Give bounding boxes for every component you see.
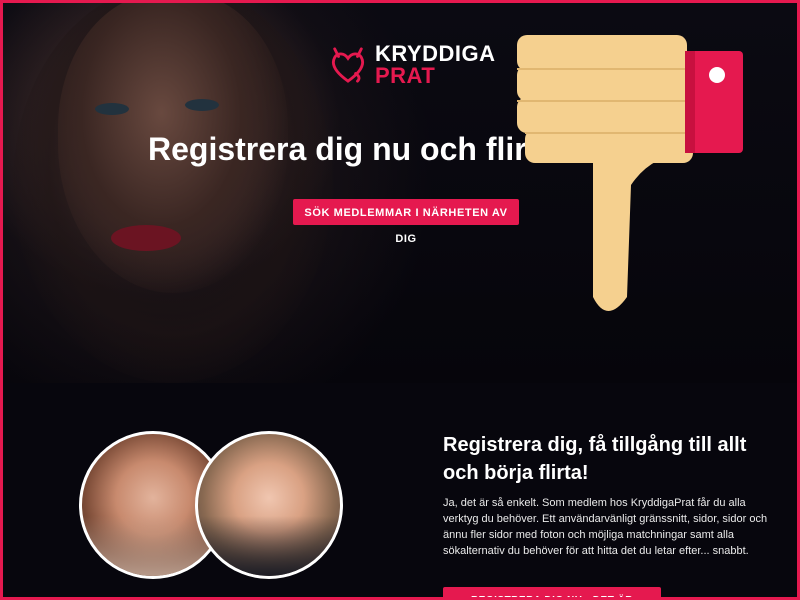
hero-headline: Registrera dig nu och flirta [148,131,556,167]
section-body: Ja, det är så enkelt. Som medlem hos Kry… [443,497,768,557]
avatar [195,431,343,579]
devil-heart-icon [331,47,365,83]
section-title: Registrera dig, få tillgång till allt oc… [443,434,747,484]
thumbs-down-icon [517,35,743,311]
logo-text: KRYDDIGA PRAT [375,43,496,87]
search-members-button[interactable]: SÖK MEDLEMMAR I NÄRHETEN AV DIG [293,199,519,245]
logo-line-1: KRYDDIGA [375,41,496,66]
logo[interactable]: KRYDDIGA PRAT [329,43,496,87]
hero-eye-right [185,99,219,111]
hero-lips [111,225,181,251]
hero-eye-left [95,103,129,115]
hero-section: KRYDDIGA PRAT Registrera dig nu och flir… [3,3,797,383]
register-button[interactable]: REGISTRERA DIG NU - DET ÄR GRATIS! [443,587,661,597]
logo-line-2: PRAT [375,63,436,88]
page-frame: KRYDDIGA PRAT Registrera dig nu och flir… [0,0,800,600]
